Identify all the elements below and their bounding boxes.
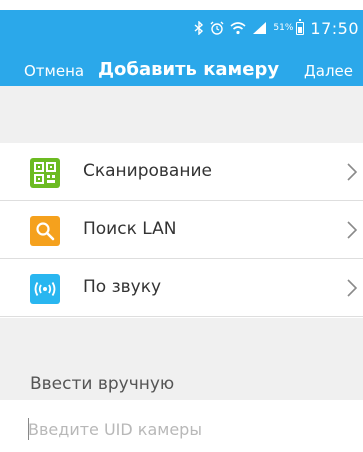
top-spacer	[0, 86, 363, 144]
battery-percent: 51%	[273, 23, 294, 33]
chevron-right-icon	[347, 279, 358, 301]
page-title: Добавить камеру	[98, 59, 280, 80]
manual-entry-heading: Ввести вручную	[30, 374, 175, 394]
battery-icon	[296, 18, 305, 35]
uid-input[interactable]	[28, 414, 348, 444]
alarm-icon	[210, 21, 224, 35]
list-item-lan-search[interactable]: Поиск LAN	[0, 201, 363, 259]
qr-code-icon	[30, 158, 60, 188]
add-method-list: Сканирование Поиск LAN По звуку	[0, 143, 363, 317]
list-item-scan[interactable]: Сканирование	[0, 143, 363, 201]
sound-wave-icon	[30, 274, 60, 304]
nav-bar: Отмена Добавить камеру Далее	[0, 50, 363, 90]
cellular-signal-icon	[252, 21, 267, 35]
status-time: 17:50	[310, 18, 359, 38]
chevron-right-icon	[347, 163, 358, 185]
chevron-right-icon	[347, 221, 358, 243]
wifi-icon	[230, 21, 246, 35]
cancel-button[interactable]: Отмена	[24, 62, 84, 80]
status-bar: 51% 17:50	[0, 10, 363, 46]
app-header: 51% 17:50 Отмена Добавить камеру Далее	[0, 0, 363, 86]
list-item-label: Поиск LAN	[83, 219, 177, 239]
list-item-label: Сканирование	[83, 161, 212, 181]
list-item-label: По звуку	[83, 277, 162, 297]
bluetooth-icon	[194, 21, 204, 35]
list-item-by-sound[interactable]: По звуку	[0, 259, 363, 317]
next-button[interactable]: Далее	[304, 62, 353, 80]
search-icon	[30, 216, 60, 246]
